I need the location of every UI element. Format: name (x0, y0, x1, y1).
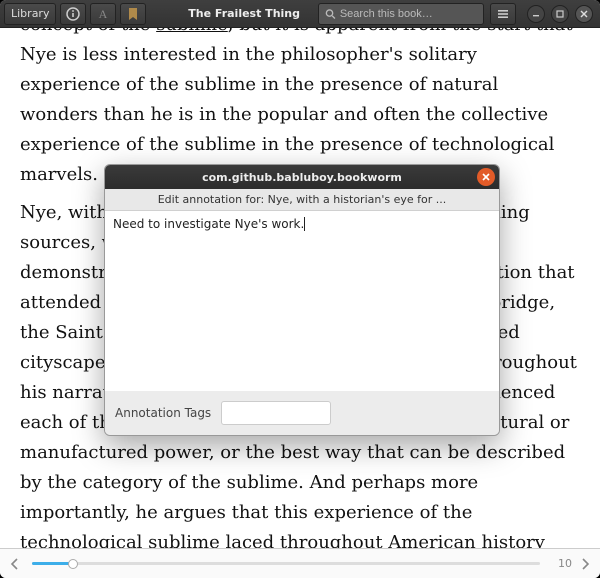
info-button[interactable] (60, 3, 86, 25)
info-icon (66, 7, 80, 21)
dialog-close-button[interactable] (477, 168, 495, 186)
hamburger-icon (496, 7, 510, 21)
window-close[interactable] (575, 5, 593, 23)
library-button[interactable]: Library (4, 3, 56, 25)
dialog-title: com.github.babluboy.bookworm (202, 171, 402, 184)
tags-label: Annotation Tags (115, 406, 211, 420)
bookmark-button[interactable] (120, 3, 146, 25)
close-icon (579, 9, 589, 19)
para1-pre: concept of the (20, 28, 156, 35)
annotation-dialog: com.github.babluboy.bookworm Edit annota… (104, 164, 500, 436)
search-box[interactable] (318, 3, 484, 25)
window-maximize[interactable] (551, 5, 569, 23)
header-bar: Library A The Frailest Thing (0, 0, 600, 28)
progress-track (32, 562, 540, 565)
bookmark-icon (127, 7, 139, 21)
search-icon (325, 8, 336, 20)
book-title: The Frailest Thing (184, 7, 304, 20)
close-icon (481, 172, 491, 182)
progress-fill (32, 562, 73, 565)
prev-page-button[interactable] (6, 555, 24, 573)
dialog-titlebar: com.github.babluboy.bookworm (105, 165, 499, 189)
progress-slider[interactable] (32, 562, 540, 565)
progress-thumb[interactable] (68, 559, 78, 569)
library-label: Library (11, 7, 49, 20)
annotation-text: Need to investigate Nye's work. (113, 217, 305, 231)
para1-post: , but it is apparent from the start that… (20, 28, 573, 185)
menu-button[interactable] (490, 3, 516, 25)
dialog-subtitle: Edit annotation for: Nye, with a histori… (105, 189, 499, 211)
tags-input[interactable] (221, 401, 331, 425)
next-page-button[interactable] (576, 555, 594, 573)
text-prefs-button[interactable]: A (90, 3, 116, 25)
sublime-link[interactable]: sublime (156, 28, 228, 35)
font-icon: A (96, 7, 110, 21)
page-number: 10 (548, 557, 572, 570)
window-minimize[interactable] (527, 5, 545, 23)
chevron-right-icon (580, 558, 590, 570)
search-input[interactable] (340, 8, 477, 20)
pager-bar: 10 (0, 548, 600, 578)
dialog-tags-row: Annotation Tags (105, 391, 499, 435)
chevron-left-icon (10, 558, 20, 570)
minimize-icon (531, 9, 541, 19)
app-window: Library A The Frailest Thing (0, 0, 600, 578)
maximize-icon (555, 9, 565, 19)
annotation-textarea[interactable]: Need to investigate Nye's work. (105, 211, 499, 391)
svg-text:A: A (99, 7, 108, 21)
